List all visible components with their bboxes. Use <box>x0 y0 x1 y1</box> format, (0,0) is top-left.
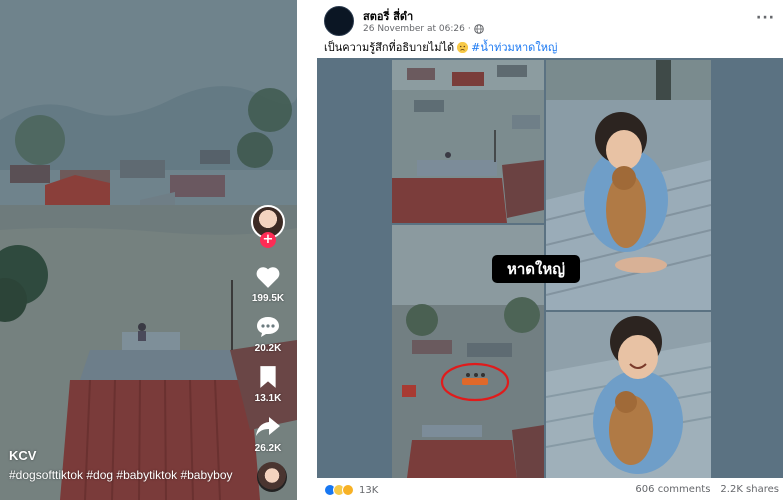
comments-count-link[interactable]: 606 comments <box>635 484 710 495</box>
shares-count-link[interactable]: 2.2K shares <box>720 484 779 495</box>
post-footer: 13K 606 comments 2.2K shares <box>324 481 779 499</box>
page-avatar[interactable] <box>324 6 354 36</box>
like-button[interactable]: 199.5K <box>252 263 284 304</box>
tiktok-caption[interactable]: #dogsofttiktok #dog #babytiktok #babyboy <box>9 468 249 483</box>
photo-flood-rooftop-top <box>392 60 544 223</box>
follow-plus-icon[interactable]: + <box>260 232 276 248</box>
comment-button[interactable]: 20.2K <box>253 313 283 354</box>
facebook-post: สตอรี่ สี่ดำ 26 November at 06:26 · ··· … <box>316 0 783 500</box>
post-text: เป็นความรู้สึกที่อธิบายไม่ได้ #น้ำท่วมหา… <box>324 38 557 56</box>
comment-count: 20.2K <box>254 343 282 354</box>
heart-icon <box>253 263 283 291</box>
save-count: 13.1K <box>254 393 282 404</box>
comment-icon <box>253 313 283 341</box>
globe-icon <box>473 24 484 34</box>
share-count: 26.2K <box>254 443 282 454</box>
music-disc-icon[interactable] <box>257 462 287 492</box>
post-header: สตอรี่ สี่ดำ 26 November at 06:26 · ··· <box>324 6 779 36</box>
post-meta: 26 November at 06:26 · <box>363 24 484 34</box>
like-count: 199.5K <box>251 293 285 304</box>
photo-boy-crying-with-dog <box>546 312 711 478</box>
post-message: เป็นความรู้สึกที่อธิบายไม่ได้ <box>324 41 455 54</box>
sad-face-emoji-icon <box>457 41 469 53</box>
reactions-summary[interactable]: 13K <box>324 484 378 496</box>
action-rail: + 199.5K 20.2K 13.1K 26.2K <box>245 205 291 463</box>
post-hashtag-link[interactable]: #น้ำท่วมหาดใหญ่ <box>471 38 557 56</box>
save-button[interactable]: 13.1K <box>253 363 283 404</box>
care-reaction-icon <box>342 484 354 496</box>
share-button[interactable]: 26.2K <box>253 413 283 454</box>
post-timestamp[interactable]: 26 November at 06:26 <box>363 24 465 34</box>
bookmark-icon <box>253 363 283 391</box>
image-location-label: หาดใหญ่ <box>492 255 580 283</box>
post-stats: 606 comments 2.2K shares <box>635 484 779 495</box>
post-image-collage[interactable]: หาดใหญ่ <box>317 58 783 478</box>
reaction-count: 13K <box>359 484 379 496</box>
share-arrow-icon <box>253 413 283 441</box>
separator-dot: · <box>467 24 471 34</box>
creator-avatar[interactable]: + <box>251 205 285 248</box>
page-name[interactable]: สตอรี่ สี่ดำ <box>363 7 413 25</box>
more-options-icon[interactable]: ··· <box>756 10 775 26</box>
tiktok-username[interactable]: KCV <box>9 448 36 463</box>
tiktok-video[interactable]: + 199.5K 20.2K 13.1K 26.2K KCV #dogsoftt… <box>0 0 297 500</box>
